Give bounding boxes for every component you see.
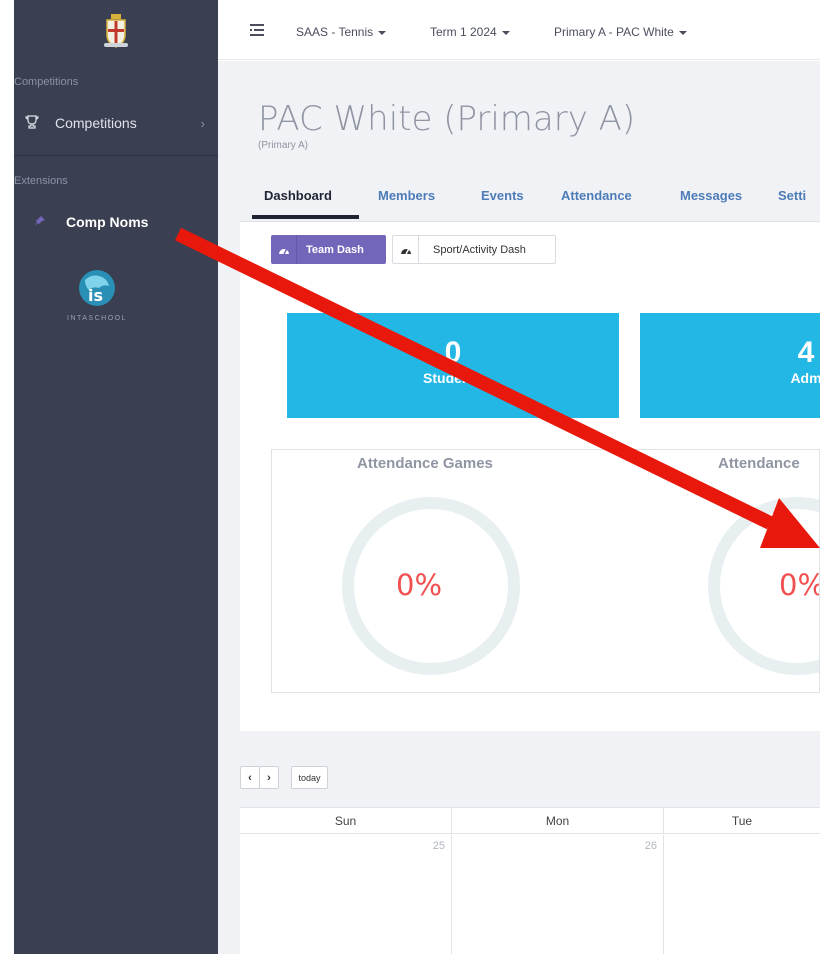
attendance-training-title: Attendance — [718, 455, 800, 472]
term-dropdown-label: Term 1 2024 — [430, 25, 497, 39]
sport-dropdown-label: SAAS - Tennis — [296, 25, 374, 39]
calendar-day-cell[interactable]: 25 — [240, 835, 452, 954]
chevron-right-icon: › — [267, 771, 271, 784]
active-tab-indicator — [252, 215, 359, 219]
calendar-prev-button[interactable]: ‹ — [240, 766, 260, 789]
page-title: PAC White (Primary A) — [258, 99, 636, 139]
stat-label: Students — [423, 370, 483, 386]
team-dash-button[interactable]: Team Dash — [271, 235, 386, 264]
stat-label: Adm — [790, 370, 820, 386]
tab-dashboard[interactable]: Dashboard — [264, 188, 332, 203]
trophy-icon — [25, 114, 45, 132]
intaschool-globe-icon: is — [79, 270, 115, 306]
attendance-widget: Attendance Games 0% Attendance 0% — [271, 449, 820, 693]
school-crest-logo[interactable] — [14, 0, 218, 62]
stat-tile-admins[interactable]: 4 Adm — [640, 313, 820, 418]
sidebar-item-competitions[interactable]: Competitions › — [25, 112, 205, 134]
calendar-today-button[interactable]: today — [291, 766, 328, 789]
sidebar-section-competitions: Competitions — [14, 76, 79, 88]
attendance-games-title: Attendance Games — [357, 455, 493, 472]
calendar-date-number: 26 — [644, 840, 657, 852]
chevron-right-icon: › — [200, 115, 205, 131]
stat-value: 4 — [797, 336, 815, 369]
tab-members[interactable]: Members — [378, 188, 435, 203]
page-subtitle: (Primary A) — [258, 140, 308, 151]
term-dropdown[interactable]: Term 1 2024 — [430, 25, 510, 39]
attendance-training-percent: 0% — [779, 568, 819, 602]
sidebar-item-comp-noms-label: Comp Noms — [66, 214, 149, 230]
caret-down-icon — [678, 30, 687, 35]
dashboard-panel: Team Dash Sport/Activity Dash 0 Students… — [240, 222, 820, 731]
stat-tile-students[interactable]: 0 Students — [287, 313, 619, 418]
calendar-date-number: 25 — [432, 840, 445, 852]
tab-attendance[interactable]: Attendance — [561, 188, 632, 203]
calendar-next-button[interactable]: › — [259, 766, 279, 789]
dashboard-gauge-icon — [271, 235, 297, 264]
sidebar-item-comp-noms[interactable]: Comp Noms — [34, 211, 204, 233]
caret-down-icon — [378, 30, 387, 35]
caret-down-icon — [501, 30, 510, 35]
team-dash-label: Team Dash — [306, 243, 364, 256]
tab-events[interactable]: Events — [481, 188, 524, 203]
attendance-games-percent: 0% — [396, 568, 443, 602]
sport-activity-dash-label: Sport/Activity Dash — [433, 243, 526, 256]
sidebar: Competitions Competitions › Extensions C… — [14, 0, 218, 954]
chevron-left-icon: ‹ — [248, 771, 252, 784]
sport-dropdown[interactable]: SAAS - Tennis — [296, 25, 387, 39]
stat-value: 0 — [444, 336, 462, 369]
team-dropdown-label: Primary A - PAC White — [554, 25, 674, 39]
top-navbar: SAAS - Tennis Term 1 2024 Primary A - PA… — [218, 0, 820, 60]
calendar-day-cell[interactable] — [664, 835, 820, 954]
main-content: PAC White (Primary A) (Primary A) Dashbo… — [218, 61, 820, 954]
sidebar-section-extensions: Extensions — [14, 175, 68, 187]
calendar-day-header: Tue — [664, 808, 820, 834]
menu-toggle-icon[interactable] — [250, 24, 264, 39]
school-crest-icon — [104, 14, 128, 48]
calendar-day-header: Sun — [240, 808, 452, 834]
dashboard-gauge-icon — [393, 236, 419, 263]
pin-icon — [34, 214, 48, 230]
team-dropdown[interactable]: Primary A - PAC White — [554, 25, 687, 39]
intaschool-wordmark: INTASCHOOL — [67, 315, 127, 322]
sidebar-item-competitions-label: Competitions — [55, 115, 137, 131]
tab-messages[interactable]: Messages — [680, 188, 742, 203]
sidebar-divider — [14, 155, 218, 156]
calendar-day-cell[interactable]: 26 — [452, 835, 664, 954]
sport-activity-dash-button[interactable]: Sport/Activity Dash — [392, 235, 556, 264]
intaschool-logo: is INTASCHOOL — [52, 268, 142, 322]
tab-settings[interactable]: Setti — [778, 188, 806, 203]
calendar-month-grid: Sun Mon Tue 25 26 — [240, 807, 820, 954]
calendar-day-header: Mon — [452, 808, 664, 834]
svg-text:is: is — [88, 286, 103, 305]
